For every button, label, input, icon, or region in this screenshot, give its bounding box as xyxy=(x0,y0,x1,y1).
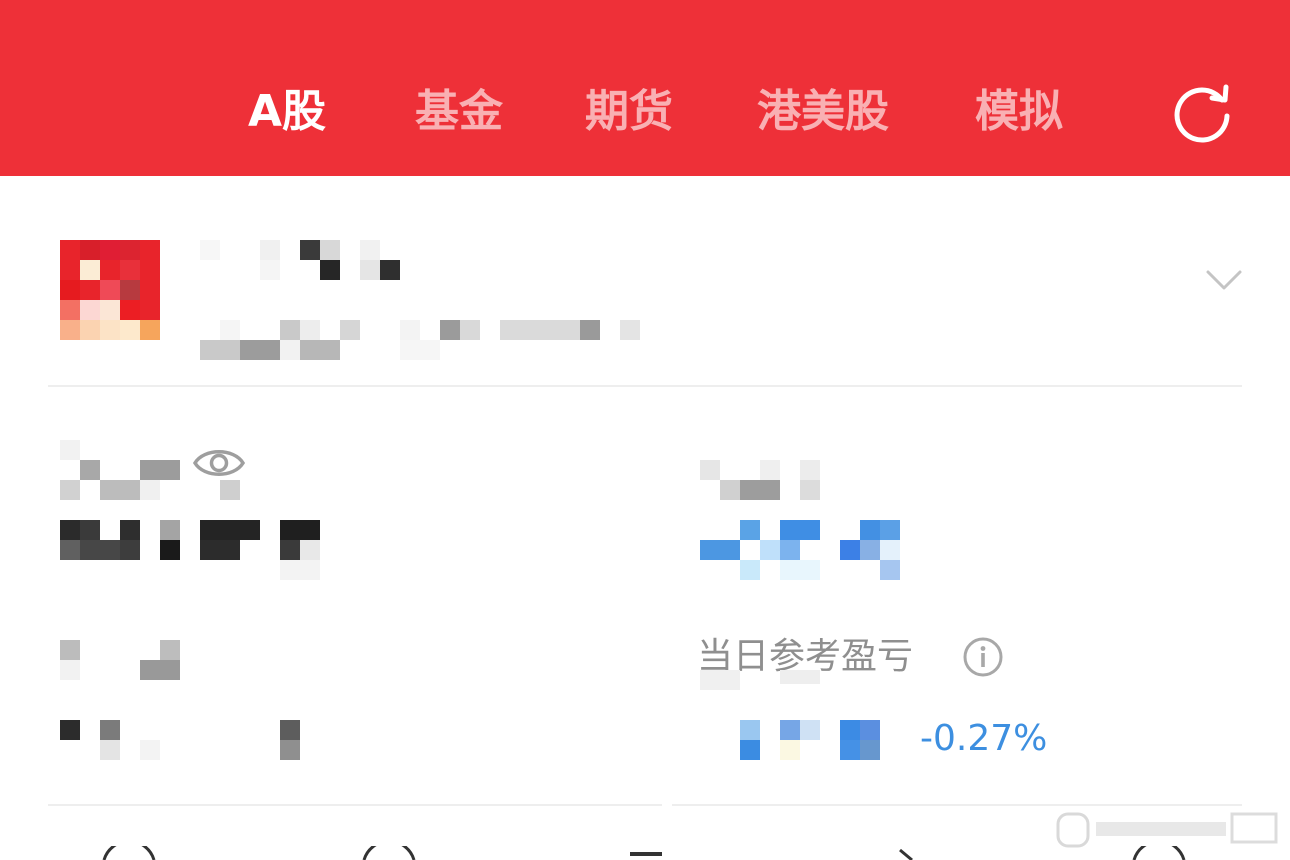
shortcut-icon-3[interactable] xyxy=(620,846,678,860)
shortcut-icon-2[interactable] xyxy=(360,846,418,860)
eye-shadow-redacted xyxy=(220,480,240,500)
tab-hk-us-stocks[interactable]: 港美股 xyxy=(757,82,889,142)
info-icon[interactable] xyxy=(962,636,1004,678)
refresh-icon[interactable] xyxy=(1168,78,1236,146)
total-assets-value-redacted xyxy=(60,520,320,580)
tab-a-shares[interactable]: A股 xyxy=(248,82,326,142)
account-subtitle-redacted xyxy=(200,320,640,360)
daily-pnl-value-redacted xyxy=(740,720,880,760)
shortcut-icon-4[interactable] xyxy=(890,846,948,860)
market-value-redacted xyxy=(700,520,900,580)
account-name-redacted xyxy=(200,240,400,280)
top-nav-bar: A股 基金 期货 港美股 模拟 xyxy=(0,0,1290,176)
market-value-label-redacted xyxy=(700,460,820,500)
eye-icon[interactable] xyxy=(192,444,246,482)
tab-futures[interactable]: 期货 xyxy=(585,82,673,142)
section-divider xyxy=(48,385,1242,387)
tab-simulation[interactable]: 模拟 xyxy=(975,82,1063,142)
tab-funds[interactable]: 基金 xyxy=(415,82,503,142)
available-value-redacted xyxy=(60,720,300,760)
available-label-redacted xyxy=(60,640,180,680)
daily-pnl-percent: -0.27% xyxy=(920,718,1048,759)
total-assets-label-redacted xyxy=(60,440,180,500)
shortcut-icon-1[interactable] xyxy=(100,846,158,860)
watermark-logo xyxy=(1056,812,1278,848)
chevron-down-icon[interactable] xyxy=(1204,266,1244,294)
daily-pnl-sub-redacted xyxy=(700,670,820,690)
avatar xyxy=(60,240,160,340)
section-divider-left xyxy=(48,804,662,806)
